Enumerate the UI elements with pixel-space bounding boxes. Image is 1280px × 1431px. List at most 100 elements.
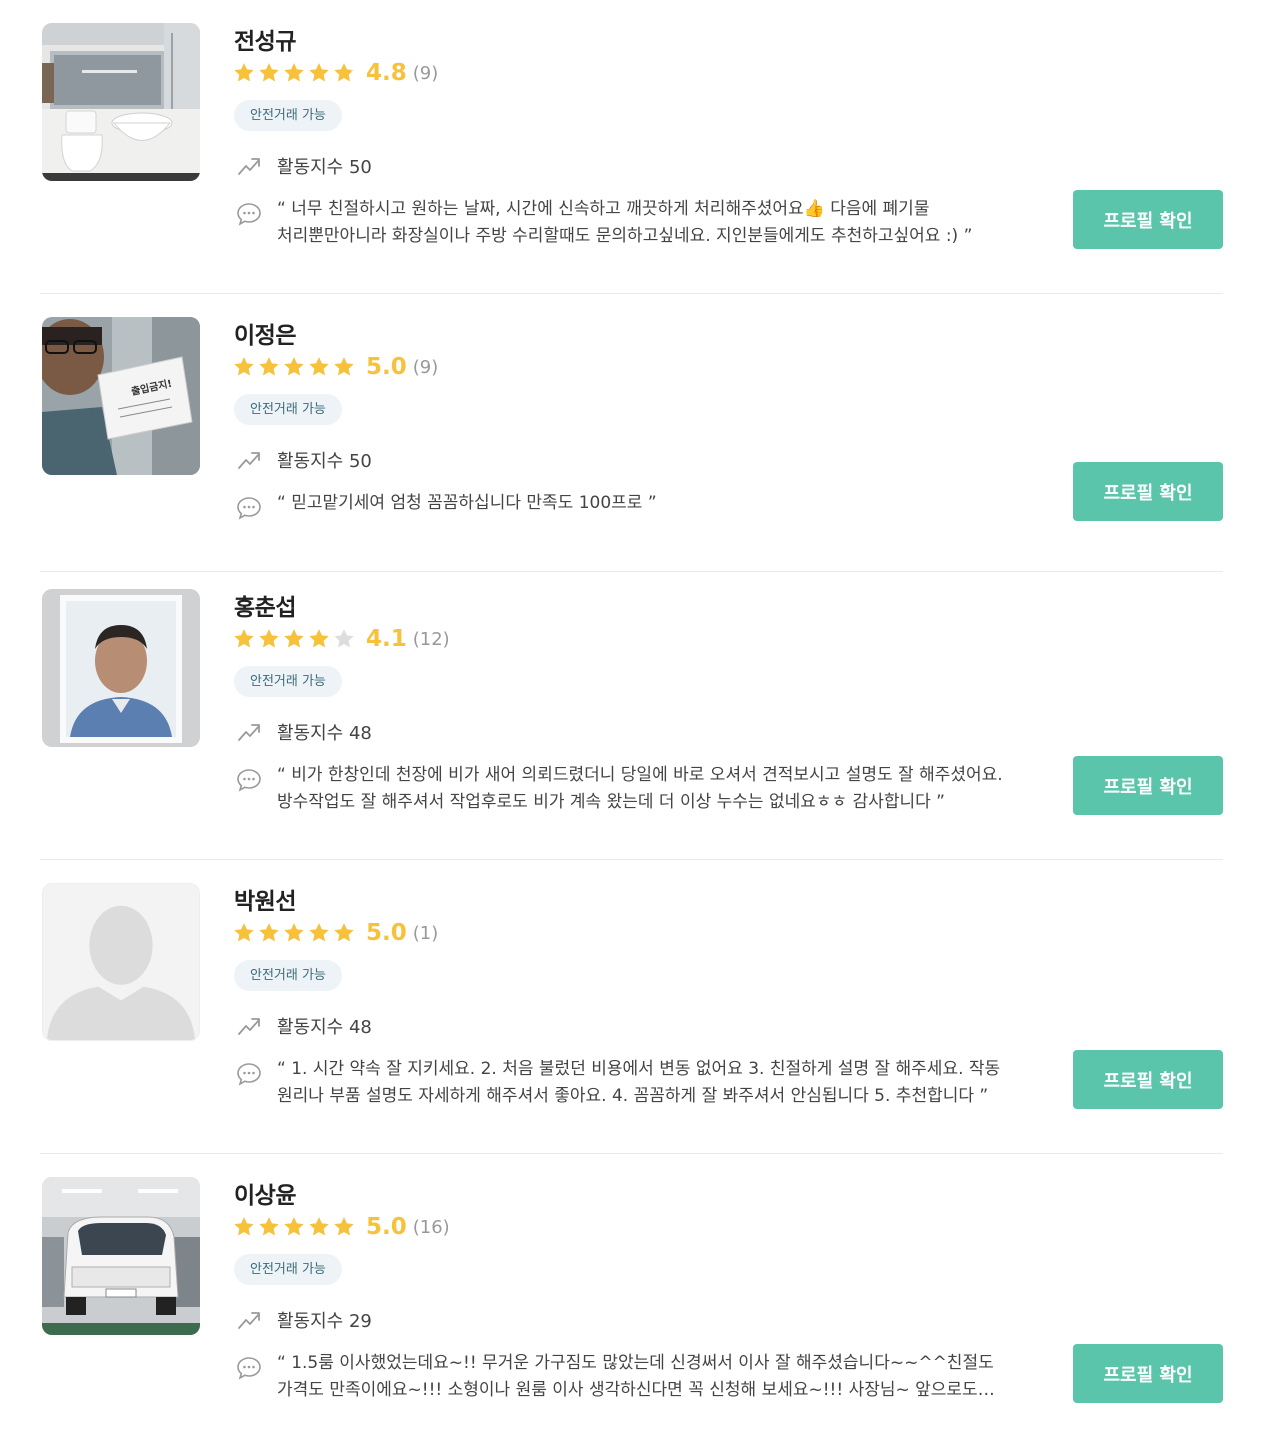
- star-icon: [284, 923, 304, 942]
- safe-trade-badge: 안전거래 가능: [234, 100, 342, 131]
- profile-button[interactable]: 프로필 확인: [1073, 1050, 1223, 1109]
- activity-score: 활동지수 50: [236, 153, 372, 179]
- safe-trade-badge: 안전거래 가능: [234, 394, 342, 425]
- selfie-photo: 출입금지!: [42, 317, 200, 475]
- profile-photo[interactable]: [42, 1177, 200, 1335]
- activity-label: 활동지수 50: [277, 451, 372, 472]
- star-rating: [232, 627, 356, 651]
- review-count: (1): [412, 922, 439, 944]
- truck-photo: [42, 1177, 200, 1335]
- bathroom-photo: [42, 23, 200, 181]
- star-icon: [234, 63, 254, 82]
- star-icon: [259, 923, 279, 942]
- activity-label: 활동지수 29: [277, 1311, 372, 1332]
- review-snippet: “ 너무 친절하시고 원하는 날짜, 시간에 신속하고 깨끗하게 처리해주셨어요…: [236, 196, 1036, 250]
- review-snippet: “ 믿고맡기세여 엄청 꼼꼼하십니다 만족도 100프로 ”: [236, 490, 1036, 521]
- default-avatar-icon: [43, 884, 199, 1040]
- speech-bubble-icon: [237, 497, 261, 520]
- review-text: “ 비가 한창인데 천장에 비가 새어 의뢰드렸더니 당일에 바로 오셔서 견적…: [277, 765, 1003, 812]
- activity-score: 활동지수 48: [236, 1013, 372, 1039]
- activity-score: 활동지수 29: [236, 1307, 372, 1333]
- profile-button[interactable]: 프로필 확인: [1073, 462, 1223, 521]
- star-icon: [309, 923, 329, 942]
- rating-row: 4.1 (12): [232, 624, 450, 654]
- speech-bubble-icon: [237, 769, 261, 792]
- trending-up-icon: [238, 1018, 260, 1035]
- expert-card: 박원선 5.0 (1) 안전거래 가능 활동지수 48 “ 1. 시간 약속 잘…: [40, 860, 1223, 1154]
- profile-photo[interactable]: [42, 23, 200, 181]
- expert-name: 박원선: [234, 889, 296, 915]
- review-text: “ 1.5룸 이사했었는데요~!! 무거운 가구짐도 많았는데 신경써서 이사 …: [277, 1353, 994, 1400]
- trending-up-icon: [238, 724, 260, 741]
- star-icon: [234, 923, 254, 942]
- rating-score: 5.0: [366, 1214, 407, 1240]
- review-count: (9): [412, 62, 439, 84]
- safe-trade-badge: 안전거래 가능: [234, 666, 342, 697]
- review-count: (9): [412, 356, 439, 378]
- trending-up-icon: [238, 158, 260, 175]
- profile-photo[interactable]: [42, 883, 200, 1041]
- star-icon: [234, 629, 254, 648]
- rating-row: 4.8 (9): [232, 58, 438, 88]
- expert-name: 전성규: [234, 29, 296, 55]
- star-icon: [334, 923, 354, 942]
- star-rating: [232, 921, 356, 945]
- activity-score: 활동지수 48: [236, 719, 372, 745]
- star-icon: [259, 629, 279, 648]
- star-icon: [309, 63, 329, 82]
- review-text: “ 1. 시간 약속 잘 지키세요. 2. 처음 불렀던 비용에서 변동 없어요…: [277, 1059, 1001, 1106]
- star-icon: [334, 1217, 354, 1236]
- rating-row: 5.0 (9): [232, 352, 438, 382]
- star-icon: [284, 629, 304, 648]
- star-rating: [232, 61, 356, 85]
- star-icon: [334, 357, 354, 376]
- activity-label: 활동지수 48: [277, 1017, 372, 1038]
- profile-button[interactable]: 프로필 확인: [1073, 1344, 1223, 1403]
- star-rating: [232, 355, 356, 379]
- star-icon: [309, 357, 329, 376]
- star-icon: [284, 63, 304, 82]
- rating-score: 4.8: [366, 60, 407, 86]
- trending-up-icon: [238, 1312, 260, 1329]
- expert-card: 홍춘섭 4.1 (12) 안전거래 가능 활동지수 48 “ 비가 한창인데 천…: [40, 566, 1223, 860]
- rating-score: 4.1: [366, 626, 407, 652]
- rating-row: 5.0 (1): [232, 918, 438, 948]
- trending-up-icon: [238, 452, 260, 469]
- speech-bubble-icon: [237, 1357, 261, 1380]
- star-icon: [334, 629, 354, 648]
- safe-trade-badge: 안전거래 가능: [234, 1254, 342, 1285]
- star-icon: [234, 1217, 254, 1236]
- expert-name: 이정은: [234, 323, 296, 349]
- expert-card: 출입금지! 이정은 5.0 (9) 안전거래 가능 활동지수 50 “ 믿고맡기…: [40, 294, 1223, 572]
- expert-list: 전성규 4.8 (9) 안전거래 가능 활동지수 50 “ 너무 친절하시고 원…: [0, 0, 1280, 1431]
- star-icon: [259, 1217, 279, 1236]
- review-text: “ 너무 친절하시고 원하는 날짜, 시간에 신속하고 깨끗하게 처리해주셨어요…: [277, 199, 973, 246]
- star-icon: [259, 63, 279, 82]
- speech-bubble-icon: [237, 1063, 261, 1086]
- rating-score: 5.0: [366, 354, 407, 380]
- star-icon: [259, 357, 279, 376]
- star-rating: [232, 1215, 356, 1239]
- expert-name: 이상윤: [234, 1183, 296, 1209]
- review-snippet: “ 1.5룸 이사했었는데요~!! 무거운 가구짐도 많았는데 신경써서 이사 …: [236, 1350, 1036, 1404]
- portrait-photo: [42, 589, 200, 747]
- review-count: (12): [412, 628, 450, 650]
- star-icon: [234, 357, 254, 376]
- rating-row: 5.0 (16): [232, 1212, 450, 1242]
- activity-label: 활동지수 50: [277, 157, 372, 178]
- activity-score: 활동지수 50: [236, 447, 372, 473]
- review-snippet: “ 비가 한창인데 천장에 비가 새어 의뢰드렸더니 당일에 바로 오셔서 견적…: [236, 762, 1036, 816]
- review-snippet: “ 1. 시간 약속 잘 지키세요. 2. 처음 불렀던 비용에서 변동 없어요…: [236, 1056, 1036, 1110]
- star-icon: [284, 1217, 304, 1236]
- review-text: “ 믿고맡기세여 엄청 꼼꼼하십니다 만족도 100프로 ”: [277, 493, 657, 513]
- expert-card: 전성규 4.8 (9) 안전거래 가능 활동지수 50 “ 너무 친절하시고 원…: [40, 0, 1223, 294]
- profile-photo[interactable]: [42, 589, 200, 747]
- expert-name: 홍춘섭: [234, 595, 296, 621]
- review-count: (16): [412, 1216, 450, 1238]
- profile-photo[interactable]: 출입금지!: [42, 317, 200, 475]
- activity-label: 활동지수 48: [277, 723, 372, 744]
- profile-button[interactable]: 프로필 확인: [1073, 190, 1223, 249]
- star-icon: [309, 1217, 329, 1236]
- expert-card: 이상윤 5.0 (16) 안전거래 가능 활동지수 29 “ 1.5룸 이사했었…: [40, 1154, 1223, 1431]
- profile-button[interactable]: 프로필 확인: [1073, 756, 1223, 815]
